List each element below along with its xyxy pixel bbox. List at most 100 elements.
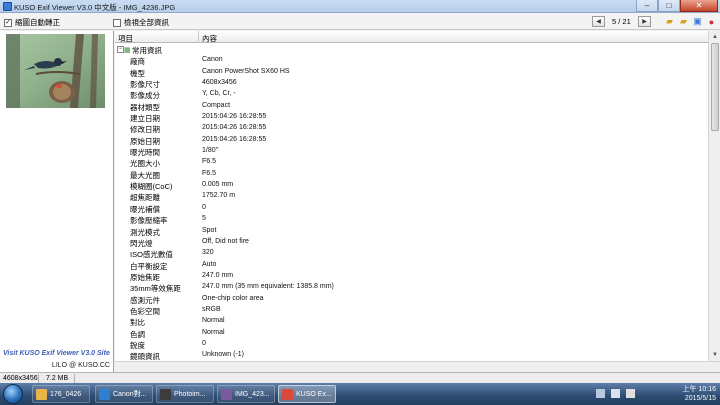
exif-rows: − ▦ 常用資訊 廠商 Canon 機型 Canon PowerShot SX60 H… [115, 44, 708, 361]
table-row[interactable]: 測光模式 Spot [115, 226, 708, 237]
table-row[interactable]: 色彩空間 sRGB [115, 305, 708, 316]
exif-field-name: 器材類型 [130, 102, 160, 112]
table-row[interactable]: 原始焦距 247.0 mm [115, 271, 708, 282]
taskbar-app-icon [221, 388, 232, 400]
clock-time: 上午 10:16 [682, 386, 716, 393]
table-row[interactable]: 曝光時間 1/80" [115, 146, 708, 157]
maximize-button[interactable]: □ [658, 0, 680, 12]
exif-field-value: 0.005 mm [202, 181, 234, 189]
exif-field-name: 建立日期 [130, 114, 160, 124]
auto-rotate-checkbox[interactable]: ✓ 縮圖自動轉正 [4, 17, 60, 28]
triangle-left-icon: ◀ [596, 19, 601, 25]
column-header-item[interactable]: 項目 [118, 33, 133, 44]
table-row[interactable]: 鏡頭資訊 Unknown (-1) [115, 350, 708, 361]
status-filesize: 7.2 MB [46, 375, 69, 382]
exif-field-name: 色調 [130, 329, 145, 339]
table-row[interactable]: 影像壓縮率 5 [115, 214, 708, 225]
table-row[interactable]: ISO感光數值 320 [115, 248, 708, 259]
checkbox-unchecked-icon[interactable] [113, 18, 121, 27]
table-row[interactable]: 曝光補償 0 [115, 203, 708, 214]
taskbar-item[interactable]: Canon對... [95, 385, 153, 403]
exif-field-name: 原始焦距 [130, 272, 160, 282]
taskbar: 176_0426 Canon對... Photoim... IMG_423... KUS… [0, 383, 720, 405]
table-row[interactable]: 35mm等效焦距 247.0 mm (35 mm equivalent: 1385… [115, 282, 708, 293]
exif-field-name: 感測元件 [130, 295, 160, 305]
exif-field-name: 影像成分 [130, 91, 160, 101]
taskbar-item[interactable]: Photoim... [156, 385, 214, 403]
exif-field-value: Off, Did not fire [202, 237, 249, 245]
exif-field-name: 超焦距離 [130, 193, 160, 203]
taskbar-item[interactable]: 176_0426 [32, 385, 90, 403]
minimize-button[interactable]: – [636, 0, 658, 12]
exif-field-value: Canon PowerShot SX60 HS [202, 67, 290, 75]
show-all-checkbox[interactable]: 檢視全部資訊 [113, 17, 169, 28]
table-row[interactable]: 感測元件 One-chip color area [115, 294, 708, 305]
scroll-up-icon[interactable]: ▲ [710, 32, 720, 42]
taskbar-item[interactable]: IMG_423... [217, 385, 275, 403]
exif-field-value: 247.0 mm [202, 271, 234, 279]
show-all-label: 檢視全部資訊 [124, 18, 169, 27]
table-row[interactable]: 白平衡設定 Auto [115, 260, 708, 271]
table-row[interactable]: 閃光燈 Off, Did not fire [115, 237, 708, 248]
scrollbar-thumb[interactable] [711, 43, 719, 131]
table-row[interactable]: 建立日期 2015:04:26 16:28:55 [115, 112, 708, 123]
exif-field-name: 閃光燈 [130, 238, 153, 248]
exif-field-name: 機型 [130, 68, 145, 78]
column-header-content[interactable]: 內容 [202, 33, 217, 44]
browse-folder-icon[interactable]: ▰ [678, 16, 689, 27]
next-image-button[interactable]: ▶ [638, 16, 651, 27]
table-row[interactable]: 光圈大小 F6.5 [115, 157, 708, 168]
exif-grid: 項目 內容 − ▦ 常用資訊 廠商 Canon 機型 Canon PowerShot … [115, 31, 708, 361]
vertical-scrollbar[interactable]: ▲ ▼ [708, 31, 720, 361]
flag-icon[interactable] [626, 389, 635, 398]
table-row[interactable]: 機型 Canon PowerShot SX60 HS [115, 67, 708, 78]
save-icon[interactable]: ▣ [692, 16, 703, 27]
system-tray [596, 389, 635, 398]
exif-field-name: 影像壓縮率 [130, 216, 168, 226]
table-row[interactable]: 銳度 0 [115, 339, 708, 350]
exif-field-value: Y, Cb, Cr, - [202, 90, 236, 98]
exif-field-value: 2015:04:26 16:28:55 [202, 113, 267, 121]
scroll-down-icon[interactable]: ▼ [710, 350, 720, 360]
table-row[interactable]: 模糊圈(CoC) 0.005 mm [115, 180, 708, 191]
start-button[interactable] [3, 384, 23, 404]
horizontal-scrollbar[interactable] [115, 361, 720, 372]
table-row[interactable]: 超焦距離 1752.70 m [115, 191, 708, 202]
table-row[interactable]: 影像成分 Y, Cb, Cr, - [115, 89, 708, 100]
table-row[interactable]: 器材類型 Compact [115, 101, 708, 112]
exif-field-value: Unknown (-1) [202, 351, 245, 359]
checkbox-checked-icon[interactable]: ✓ [4, 18, 12, 27]
group-row[interactable]: − ▦ 常用資訊 [115, 44, 708, 55]
network-icon[interactable] [596, 389, 605, 398]
table-row[interactable]: 最大光圈 F6.5 [115, 169, 708, 180]
table-row[interactable]: 影像尺寸 4608x3456 [115, 78, 708, 89]
collapse-icon[interactable]: − [117, 46, 124, 53]
info-icon[interactable]: ● [706, 16, 717, 27]
exif-field-name: 光圈大小 [130, 159, 160, 169]
prev-image-button[interactable]: ◀ [592, 16, 605, 27]
table-row[interactable]: 原始日期 2015:04:26 16:28:55 [115, 135, 708, 146]
taskbar-item-label: Photoim... [174, 390, 206, 398]
taskbar-item-label: Canon對... [113, 391, 147, 398]
photo-thumbnail[interactable] [6, 34, 105, 108]
exif-field-name: 銳度 [130, 340, 145, 350]
table-row[interactable]: 色調 Normal [115, 328, 708, 339]
exif-field-name: 最大光圈 [130, 170, 160, 180]
open-folder-icon[interactable]: ▰ [664, 16, 675, 27]
table-row[interactable]: 廠商 Canon [115, 55, 708, 66]
visit-site-link[interactable]: Visit KUSO Exif Viewer V3.0 Site [3, 350, 110, 357]
toolbar: ✓ 縮圖自動轉正 檢視全部資訊 ◀ 5 / 21 ▶ ▰ ▰ ▣ ● [0, 13, 720, 30]
exif-field-value: 5 [202, 215, 206, 223]
exif-field-name: 白平衡設定 [130, 261, 168, 271]
clock-date: 2015/5/15 [684, 395, 716, 402]
table-row[interactable]: 對比 Normal [115, 316, 708, 327]
group-icon: ▦ [124, 47, 131, 54]
table-row[interactable]: 修改日期 2015:04:26 16:28:55 [115, 123, 708, 134]
volume-icon[interactable] [611, 389, 620, 398]
close-button[interactable]: ✕ [680, 0, 718, 12]
status-divider [74, 374, 75, 383]
clock[interactable]: 上午 10:16 2015/5/15 [683, 385, 716, 403]
exif-field-value: 4608x3456 [202, 79, 237, 87]
column-divider[interactable] [198, 31, 199, 43]
taskbar-item[interactable]: KUSO Ex... [278, 385, 336, 403]
